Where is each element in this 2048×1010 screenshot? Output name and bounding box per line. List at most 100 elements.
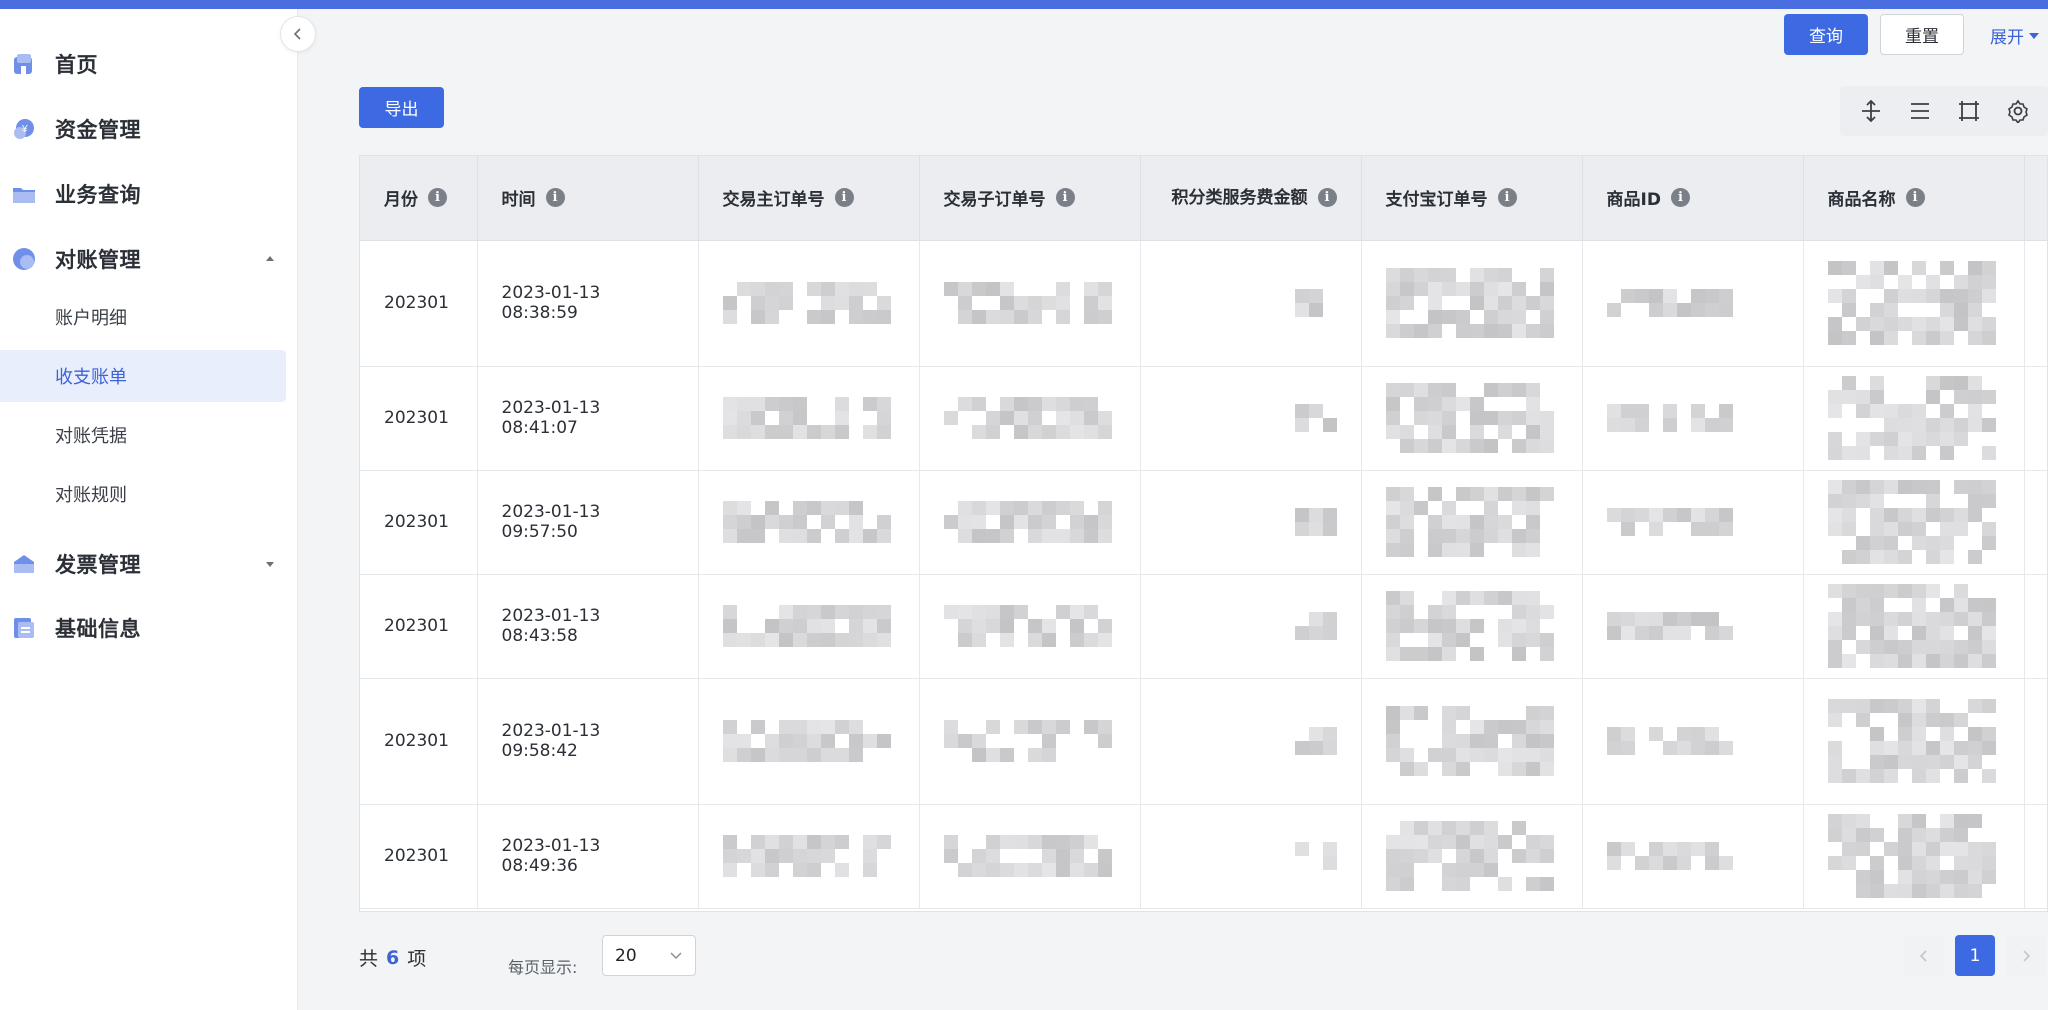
redacted-value — [1385, 383, 1554, 453]
redacted-value — [1385, 706, 1554, 776]
column-header[interactable]: 积分类服务费金额 i — [1140, 156, 1362, 241]
cell-product-id — [1582, 574, 1804, 679]
fullscreen-icon[interactable] — [1955, 97, 1983, 125]
cell-time: 2023-01-13 08:41:07 — [477, 366, 699, 471]
caret-down-icon — [2029, 32, 2039, 39]
total-number: 6 — [386, 946, 400, 969]
sidebar-item-invoice[interactable]: 发票管理 — [0, 536, 298, 592]
info-icon[interactable]: i — [1497, 188, 1517, 208]
column-header[interactable]: 时间 i — [477, 156, 699, 241]
sidebar-item-basic-info[interactable]: 基础信息 — [0, 600, 298, 656]
chevron-right-icon — [2023, 949, 2031, 962]
cell-time: 2023-01-13 09:57:50 — [477, 470, 699, 575]
info-icon[interactable]: i — [545, 188, 565, 208]
query-button[interactable]: 查询 — [1784, 14, 1868, 55]
redacted-value — [1385, 821, 1554, 891]
expand-label: 展开 — [1990, 28, 2024, 48]
column-header-label: 商品ID — [1606, 190, 1661, 211]
redacted-value — [943, 397, 1112, 439]
redacted-value — [1294, 508, 1337, 536]
cell-time: 2023-01-13 08:38:59 — [477, 240, 699, 367]
sidebar-subitem-label: 对账凭据 — [55, 426, 127, 447]
sidebar-item-reconciliation[interactable]: 对账管理 — [0, 231, 298, 287]
total-prefix: 共 — [359, 948, 379, 970]
info-icon[interactable]: i — [1670, 188, 1690, 208]
sidebar-item-business-query[interactable]: 业务查询 — [0, 166, 298, 222]
folder-icon — [13, 188, 35, 203]
redacted-value — [943, 835, 1112, 877]
sidebar-item-label: 基础信息 — [55, 617, 141, 641]
cell-sub-order-no — [919, 366, 1141, 471]
column-header[interactable]: 交易子订单号 i — [919, 156, 1141, 241]
column-header-label: 支付宝订单号 — [1385, 190, 1488, 211]
cell-points-fee-amount — [1140, 240, 1362, 367]
column-height-icon[interactable] — [1857, 97, 1885, 125]
cell-alipay-order-no — [1361, 470, 1583, 575]
cell-alipay-order-no — [1361, 366, 1583, 471]
cell-sub-order-no — [919, 804, 1141, 909]
redacted-value — [1606, 508, 1733, 536]
home-icon — [14, 54, 32, 74]
column-header[interactable]: 商品ID i — [1582, 156, 1804, 241]
redacted-value — [722, 397, 891, 439]
page-size-select[interactable]: 20 — [602, 935, 696, 976]
column-header[interactable]: 月份 i — [360, 156, 478, 241]
redacted-value — [943, 720, 1112, 762]
column-header-label: 交易子订单号 — [943, 190, 1046, 211]
info-icon[interactable]: i — [1055, 188, 1075, 208]
column-header-label: 商品名称 — [1827, 190, 1896, 211]
redacted-value — [1294, 727, 1337, 755]
cell-extra — [2024, 804, 2047, 909]
cell-points-fee-amount — [1140, 574, 1362, 679]
prev-page-button[interactable] — [1904, 935, 1944, 976]
cell-product-id — [1582, 366, 1804, 471]
sidebar: 首页 ¥ 资金管理 业务查询 对账管理 账户明细 收支账单 对账凭据 对账规则 … — [0, 9, 298, 1010]
info-icon[interactable]: i — [1317, 188, 1337, 208]
column-header[interactable]: 交易主订单号 i — [698, 156, 920, 241]
page-number-button[interactable]: 1 — [1955, 935, 1995, 976]
sidebar-item-funds[interactable]: ¥ 资金管理 — [0, 101, 298, 157]
cell-sub-order-no — [919, 574, 1141, 679]
cell-product-id — [1582, 240, 1804, 367]
settings-icon[interactable] — [2004, 97, 2032, 125]
sidebar-item-home[interactable]: 首页 — [0, 36, 298, 92]
sidebar-subitem-label: 账户明细 — [55, 308, 127, 329]
sidebar-subitem-label: 对账规则 — [55, 485, 127, 506]
table-header-row: 月份 i 时间 i 交易主订单号 i 交易子订单号 i 积分类服务费金额 i 支付宝订单号… — [360, 156, 2047, 241]
redacted-value — [1827, 480, 1996, 564]
page-size-label: 每页显示: — [508, 958, 578, 977]
info-icon[interactable]: i — [834, 188, 854, 208]
export-button[interactable]: 导出 — [359, 87, 444, 128]
sidebar-subitem-reconcile-rules[interactable]: 对账规则 — [0, 468, 286, 520]
redacted-value — [722, 501, 891, 543]
sidebar-subitem-reconcile-voucher[interactable]: 对账凭据 — [0, 409, 286, 461]
density-icon[interactable] — [1906, 97, 1934, 125]
next-page-button[interactable] — [2006, 935, 2046, 976]
sidebar-subitem-account-detail[interactable]: 账户明细 — [0, 291, 286, 343]
table-row: 202301 2023-01-13 08:49:36 — [360, 804, 2047, 909]
table-toolbar — [1840, 86, 2048, 136]
sidebar-item-label: 首页 — [55, 53, 98, 77]
column-header-label: 交易主订单号 — [722, 190, 825, 211]
sidebar-collapse-button[interactable] — [280, 16, 316, 52]
cell-main-order-no — [698, 240, 920, 367]
document-icon — [14, 618, 34, 638]
sidebar-item-label: 业务查询 — [55, 183, 141, 207]
cell-product-name — [1803, 574, 2025, 679]
column-header[interactable]: 支付宝订单号 i — [1361, 156, 1583, 241]
cell-main-order-no — [698, 804, 920, 909]
column-header[interactable]: 商品名称 i — [1803, 156, 2025, 241]
info-icon[interactable]: i — [428, 188, 447, 208]
redacted-value — [1606, 404, 1733, 432]
sidebar-subitem-income-expense-bill[interactable]: 收支账单 — [0, 350, 286, 402]
column-header-label: 月份 — [384, 190, 418, 211]
redacted-value — [722, 605, 891, 647]
redacted-value — [1827, 814, 1996, 898]
info-icon[interactable]: i — [1905, 188, 1925, 208]
cell-product-name — [1803, 804, 2025, 909]
expand-filters-link[interactable]: 展开 — [1990, 23, 2040, 48]
cell-points-fee-amount — [1140, 366, 1362, 471]
cell-sub-order-no — [919, 240, 1141, 367]
svg-text:¥: ¥ — [21, 124, 28, 135]
reset-button[interactable]: 重置 — [1880, 14, 1964, 55]
